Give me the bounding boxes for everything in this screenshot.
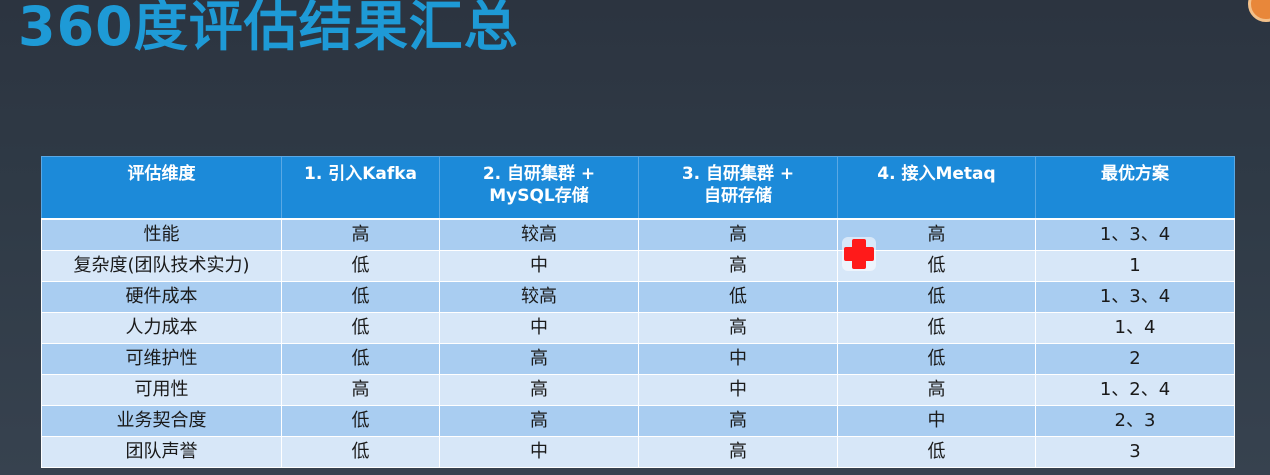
rating-cell: 较高	[439, 218, 639, 251]
best-option-cell: 1、3、4	[1035, 218, 1235, 251]
table-row: 可用性高高中高 1、2、4	[41, 374, 1235, 406]
rating-cell: 高	[439, 374, 639, 406]
rating-cell: 低	[638, 281, 838, 313]
header-option-3: 3. 自研集群 + 自研存储	[638, 156, 838, 220]
rating-cell: 低	[837, 343, 1036, 375]
rating-cell: 中	[439, 436, 639, 468]
corner-record-icon	[1248, 0, 1270, 22]
table-row: 团队声誉低中高低 3	[41, 436, 1235, 468]
rating-cell: 低	[281, 250, 440, 282]
dimension-cell: 复杂度(团队技术实力)	[41, 250, 282, 282]
rating-cell: 低	[837, 436, 1036, 468]
rating-cell: 中	[638, 343, 838, 375]
dimension-cell: 业务契合度	[41, 405, 282, 437]
rating-cell: 中	[439, 312, 639, 344]
slide-title: 360度评估结果汇总	[18, 0, 519, 58]
rating-cell: 中	[837, 405, 1036, 437]
best-option-cell: 1、2、4	[1035, 374, 1235, 406]
header-option-2: 2. 自研集群 + MySQL存储	[439, 156, 639, 220]
header-option-1: 1. 引入Kafka	[281, 156, 440, 220]
rating-cell: 高	[281, 218, 440, 251]
table-row: 性能高较高高高 1、3、4	[41, 218, 1235, 251]
dimension-cell: 可维护性	[41, 343, 282, 375]
rating-cell: 高	[638, 405, 838, 437]
table-row: 可维护性低高中低 2	[41, 343, 1235, 375]
dimension-cell: 人力成本	[41, 312, 282, 344]
rating-cell: 低	[281, 405, 440, 437]
rating-cell: 高	[638, 218, 838, 251]
best-option-cell: 1	[1035, 250, 1235, 282]
table-row: 业务契合度低高高中 2、3	[41, 405, 1235, 437]
dimension-cell: 可用性	[41, 374, 282, 406]
rating-cell: 低	[837, 281, 1036, 313]
rating-cell: 低	[837, 312, 1036, 344]
rating-cell: 低	[281, 436, 440, 468]
header-option-4: 4. 接入Metaq	[837, 156, 1036, 220]
best-option-cell: 2、3	[1035, 405, 1235, 437]
rating-cell: 高	[638, 250, 838, 282]
table-row: 复杂度(团队技术实力) 低中高低 1	[41, 250, 1235, 282]
best-option-cell: 1、4	[1035, 312, 1235, 344]
red-cross-pointer-icon	[842, 237, 876, 271]
rating-cell: 中	[638, 374, 838, 406]
rating-cell: 低	[281, 343, 440, 375]
rating-cell: 高	[439, 405, 639, 437]
table-row: 人力成本低中高低 1、4	[41, 312, 1235, 344]
header-best-option: 最优方案	[1035, 156, 1235, 220]
dimension-cell: 性能	[41, 218, 282, 251]
table-header-row: 评估维度 1. 引入Kafka 2. 自研集群 + MySQL存储 3. 自研集…	[41, 156, 1235, 220]
rating-cell: 高	[638, 312, 838, 344]
best-option-cell: 3	[1035, 436, 1235, 468]
rating-cell: 较高	[439, 281, 639, 313]
rating-cell: 高	[837, 374, 1036, 406]
rating-cell: 低	[281, 281, 440, 313]
header-dimension: 评估维度	[41, 156, 282, 220]
evaluation-table: 评估维度 1. 引入Kafka 2. 自研集群 + MySQL存储 3. 自研集…	[41, 156, 1235, 468]
rating-cell: 高	[638, 436, 838, 468]
best-option-cell: 1、3、4	[1035, 281, 1235, 313]
rating-cell: 高	[281, 374, 440, 406]
table-row: 硬件成本低较高低低 1、3、4	[41, 281, 1235, 313]
best-option-cell: 2	[1035, 343, 1235, 375]
rating-cell: 低	[281, 312, 440, 344]
rating-cell: 高	[439, 343, 639, 375]
dimension-cell: 团队声誉	[41, 436, 282, 468]
dimension-cell: 硬件成本	[41, 281, 282, 313]
evaluation-table-container: 评估维度 1. 引入Kafka 2. 自研集群 + MySQL存储 3. 自研集…	[41, 156, 1235, 468]
rating-cell: 中	[439, 250, 639, 282]
